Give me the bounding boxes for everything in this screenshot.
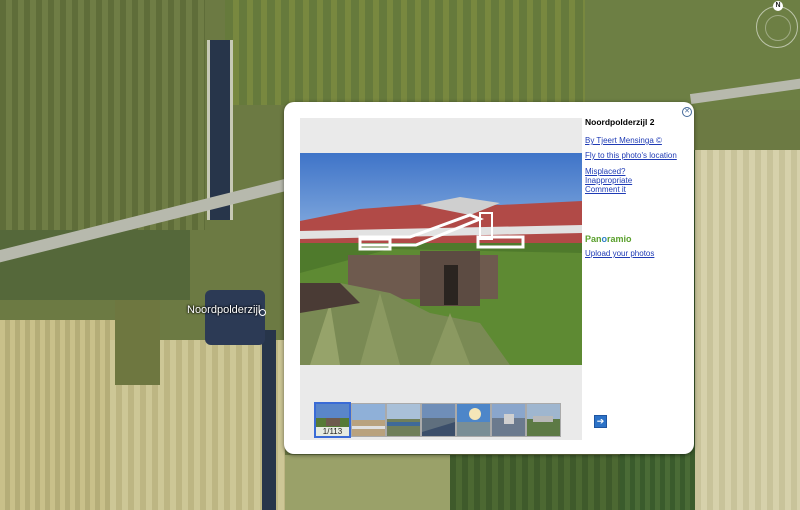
thumbnail-image — [352, 404, 385, 436]
photo-viewer: 1/113 ➔ — [300, 118, 607, 440]
harbor-water — [205, 290, 265, 345]
thumbnail-counter: 1/113 — [316, 427, 349, 436]
thumbnail-image — [527, 404, 560, 436]
farm-field — [285, 455, 455, 510]
compass-control[interactable]: N — [756, 1, 798, 48]
thumbnail-image — [387, 404, 420, 436]
canal — [262, 330, 276, 510]
logo-text: ramio — [607, 234, 632, 244]
comment-link[interactable]: Comment it — [585, 185, 690, 194]
thumbnail[interactable] — [351, 403, 386, 437]
thumbnail-image — [422, 404, 455, 436]
thumbnail-image — [457, 404, 490, 436]
photo-info-balloon: ✕ 1/113 ➔ Noordpolderzijl 2 By Tjeert Me… — [284, 102, 694, 454]
panoramio-logo[interactable]: Panoramio — [585, 234, 690, 244]
misplaced-link[interactable]: Misplaced? — [585, 167, 690, 176]
place-pin-icon[interactable] — [259, 309, 266, 316]
farm-field — [225, 0, 585, 105]
photo-illustration — [300, 153, 582, 365]
thumbnail[interactable]: 1/113 — [314, 402, 351, 438]
farm-field — [0, 0, 205, 230]
upload-photos-link[interactable]: Upload your photos — [585, 249, 690, 258]
fly-to-location-link[interactable]: Fly to this photo's location — [585, 151, 690, 160]
thumbnail[interactable] — [526, 403, 561, 437]
thumbnail[interactable] — [491, 403, 526, 437]
photo-details: Noordpolderzijl 2 By Tjeert Mensinga © F… — [585, 117, 690, 258]
north-indicator[interactable]: N — [773, 1, 783, 11]
photo-image[interactable] — [300, 153, 582, 365]
author-link[interactable]: By Tjeert Mensinga © — [585, 136, 690, 145]
thumbnail[interactable] — [386, 403, 421, 437]
farm-field — [695, 150, 800, 510]
arrow-right-icon[interactable]: ➔ — [594, 415, 607, 428]
farm-field — [0, 230, 190, 300]
close-icon[interactable]: ✕ — [682, 107, 692, 117]
logo-text: Pan — [585, 234, 602, 244]
thumbnail[interactable] — [421, 403, 456, 437]
photo-title: Noordpolderzijl 2 — [585, 117, 655, 127]
inappropriate-link[interactable]: Inappropriate — [585, 176, 690, 185]
farm-field — [115, 300, 160, 385]
compass-ring — [765, 15, 791, 41]
thumbnail[interactable] — [456, 403, 491, 437]
farm-field — [0, 320, 120, 510]
place-label[interactable]: Noordpolderzijl — [187, 304, 260, 316]
thumbnail-image — [492, 404, 525, 436]
